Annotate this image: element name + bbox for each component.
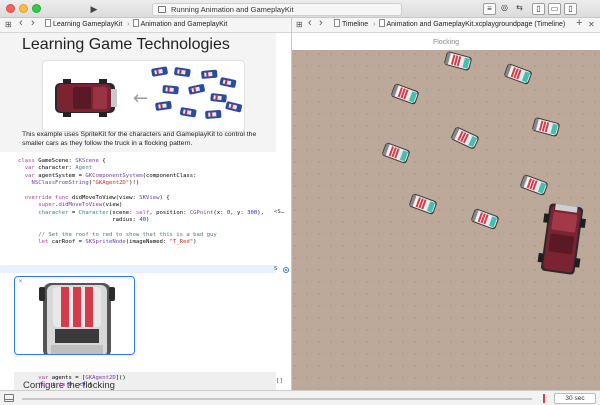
code-line-1: class GameScene: SKScene { [18,158,106,164]
inline-result-preview[interactable]: ✕ [14,276,135,355]
duration-stepper[interactable]: 30 sec [554,393,596,404]
debug-bar: 30 sec [0,390,600,405]
assistant-icon[interactable]: ◎ [498,3,511,15]
code-line-13: var agents = [GKAgent2D]() [38,375,126,381]
playground-editor: Learning Game Technologies ← This exampl… [0,33,291,390]
playground-file-icon [45,19,51,27]
version-icon[interactable]: ⇆ [513,3,526,15]
code-line-7: super.didMoveToView(view) [38,202,123,209]
result-sidebar-value[interactable]: <S… [274,209,284,215]
minimize-window-button[interactable] [19,4,28,13]
breadcrumb-project[interactable]: Learning GameplayKit [53,21,122,28]
forward-chevron-icon[interactable]: › [319,18,323,29]
code-line-2: var character: Agent [24,165,93,172]
arrow-icon: ← [133,88,148,109]
code-line-3: var agentSystem = GKComponentSystem(comp… [24,172,197,179]
navigator-toggle-icon[interactable]: ≡ [483,3,496,15]
status-text: Running Animation and GameplayKit [171,5,294,14]
timeline-icon [334,19,340,27]
left-jump-bar: ⊞ ‹ › Learning GameplayKit › Animation an… [0,18,291,33]
left-panel-icon[interactable]: ▯ [532,3,545,15]
title-bar: ▶ Running Animation and GameplayKit ≡ ◎ … [0,0,600,18]
debug-area-icon[interactable] [4,394,14,402]
run-button[interactable]: ▶ [88,3,100,15]
code-line-9: radius: 40) [18,217,150,224]
live-view-title: Flocking [432,39,460,46]
flocking-illustration: ← [42,60,245,132]
breadcrumb-page[interactable]: Animation and GameplayKit [141,21,228,28]
bottom-panel-icon[interactable]: ▭ [548,3,561,15]
code-line-11: // Set the roof to red to show that this… [38,232,217,238]
page-title: Learning Game Technologies [22,36,230,53]
code-editor[interactable]: class GameScene: SKScene { var character… [0,154,291,246]
breadcrumb: Learning GameplayKit › Animation and Game… [45,18,227,32]
right-panel-icon[interactable]: ▯ [564,3,577,15]
back-chevron-icon[interactable]: ‹ [19,18,23,29]
code-line-14: for i in 0..<9 { [38,382,93,389]
breadcrumb-separator: › [127,21,130,28]
breadcrumb-timeline[interactable]: Timeline [342,21,368,28]
small-cars [151,66,243,119]
close-window-button[interactable] [6,4,15,13]
related-items-icon[interactable]: ⊞ [5,21,12,29]
code-line-6: override func didMoveToView(view: SKView… [24,195,170,201]
playground-icon [158,6,166,13]
activity-status-bar: Running Animation and GameplayKit [152,3,402,16]
back-chevron-icon[interactable]: ‹ [308,18,312,29]
code-line-4: NSClassFromString("GKAgent2D")!) [31,180,140,187]
intro-paragraph: This example uses SpriteKit for the char… [22,131,257,147]
breadcrumb-page[interactable]: Animation and GameplayKit.xcplaygroundpa… [387,21,566,28]
forward-chevron-icon[interactable]: › [31,18,35,29]
flocking-live-view[interactable] [292,50,600,390]
related-items-icon[interactable]: ⊞ [296,21,303,29]
timeline-breadcrumb: Timeline › Animation and GameplayKit.xcpl… [334,18,565,32]
result-sidebar-value[interactable]: S [274,266,277,272]
code-line-8: character = Character(scene: self, posit… [38,209,264,216]
code-line-12: let carRoof = SKSpriteNode(imageNamed: "… [38,239,197,246]
timeline-assistant: Flocking [292,33,600,390]
page-file-icon [378,19,385,27]
breadcrumb-separator: › [373,21,376,28]
add-editor-icon[interactable]: + [576,18,582,29]
show-result-button[interactable] [283,267,289,273]
result-sidebar-value[interactable]: [] [276,378,283,384]
page-file-icon [132,19,139,27]
xcode-window: ▶ Running Animation and GameplayKit ≡ ◎ … [0,0,600,405]
close-preview-icon[interactable]: ✕ [18,278,23,285]
close-editor-icon[interactable]: ✕ [588,21,595,29]
maximize-window-button[interactable] [32,4,41,13]
current-line-highlight [0,265,276,273]
timeline-playhead[interactable] [543,394,545,403]
timeline-track[interactable] [22,398,532,400]
right-jump-bar: ⊞ ‹ › Timeline › Animation and GameplayKi… [292,18,600,33]
car-roof-image [39,283,115,354]
truck-image [55,79,117,117]
